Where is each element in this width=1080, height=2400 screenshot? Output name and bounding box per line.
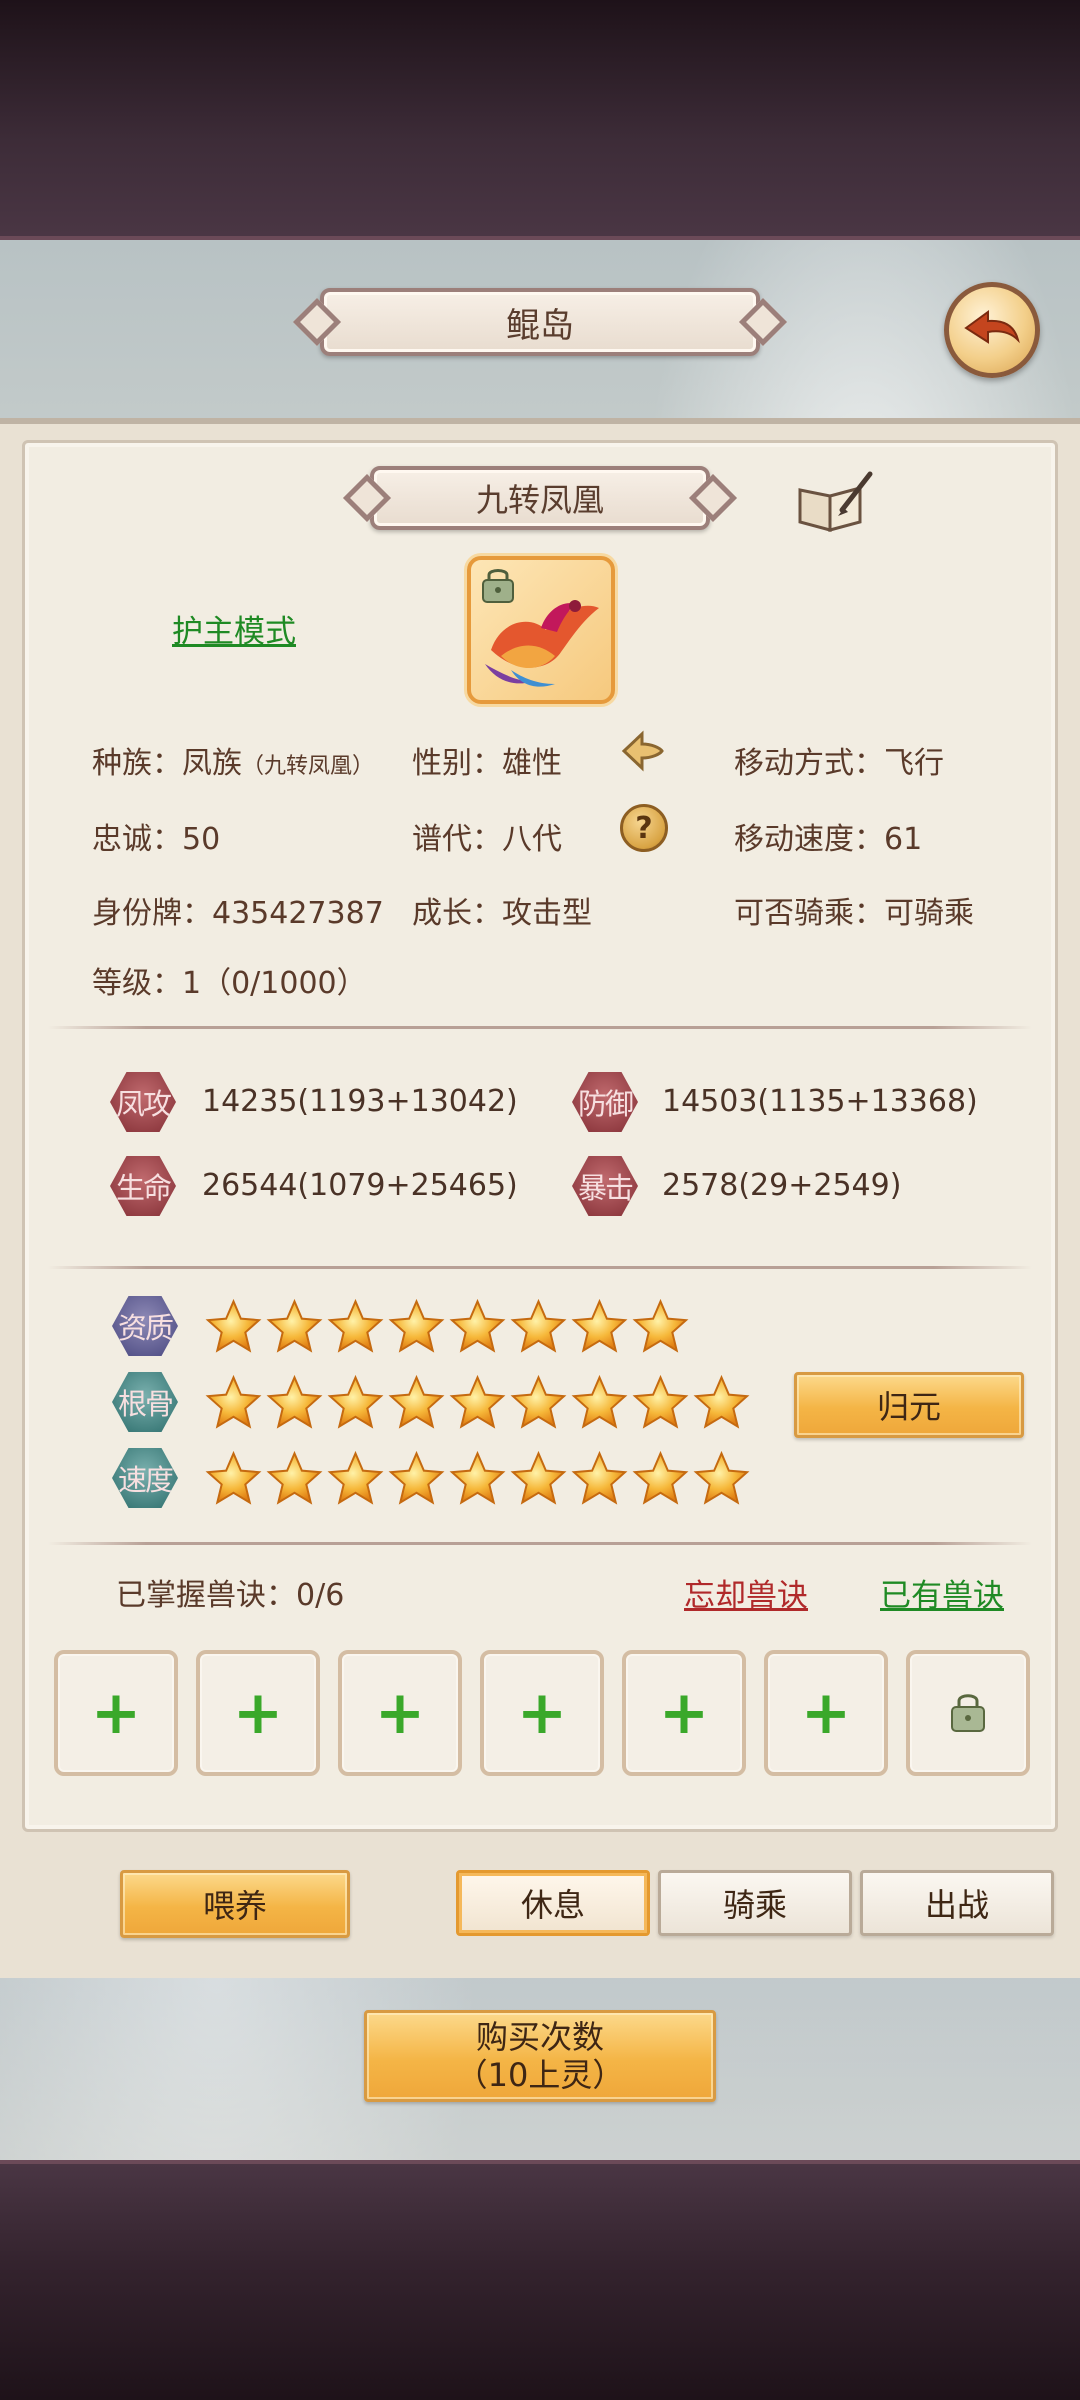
rename-book-icon[interactable]	[794, 470, 874, 534]
star-icon	[631, 1374, 690, 1432]
star-icon	[570, 1298, 629, 1356]
battle-button[interactable]: 出战	[860, 1870, 1054, 1936]
rest-button[interactable]: 休息	[456, 1870, 650, 1936]
pet-name-plaque: 九转凤凰	[322, 460, 758, 536]
star-icon	[509, 1450, 568, 1508]
skill-slot[interactable]: +	[54, 1650, 178, 1776]
forget-skill-link[interactable]: 忘却兽诀	[684, 1570, 808, 1615]
purchase-count-button[interactable]: 购买次数 （10上灵）	[364, 2010, 716, 2102]
bone-stars	[204, 1374, 751, 1432]
help-icon[interactable]: ?	[620, 804, 668, 852]
star-icon	[448, 1374, 507, 1432]
reset-button[interactable]: 归元	[794, 1372, 1024, 1438]
bottom-frame	[0, 2160, 1080, 2400]
purchase-label: 购买次数	[475, 2018, 604, 2056]
header-title-plaque: 鲲岛	[270, 284, 810, 360]
star-icon	[204, 1374, 263, 1432]
divider	[48, 1266, 1032, 1269]
star-icon	[265, 1298, 324, 1356]
star-icon	[509, 1298, 568, 1356]
loyalty-text: 忠诚：50	[92, 822, 221, 857]
back-arrow-icon	[964, 310, 1020, 344]
generation-text: 谱代：八代	[412, 822, 562, 857]
life-value: 26544(1079+25465)	[202, 1168, 518, 1203]
rideable-text: 可否骑乘：可骑乘	[734, 896, 974, 931]
ride-button[interactable]: 骑乘	[658, 1870, 852, 1936]
divider	[48, 1542, 1032, 1545]
skill-slot[interactable]: +	[622, 1650, 746, 1776]
star-icon	[448, 1298, 507, 1356]
top-frame	[0, 0, 1080, 240]
star-icon	[692, 1374, 751, 1432]
race-value: 种族：凤族	[92, 746, 242, 781]
page-title: 鲲岛	[320, 288, 760, 356]
star-icon	[692, 1450, 751, 1508]
gender-arrow-icon[interactable]	[618, 728, 668, 774]
mastered-skills-text: 已掌握兽诀：0/6	[116, 1578, 345, 1613]
star-icon	[631, 1450, 690, 1508]
star-icon	[570, 1450, 629, 1508]
star-icon	[387, 1450, 446, 1508]
skill-slot[interactable]: +	[480, 1650, 604, 1776]
owned-skill-link[interactable]: 已有兽诀	[880, 1570, 1004, 1615]
star-icon	[265, 1450, 324, 1508]
plus-icon: +	[374, 1678, 426, 1748]
feed-button[interactable]: 喂养	[120, 1870, 350, 1938]
quality-stars	[204, 1298, 690, 1356]
star-icon	[448, 1450, 507, 1508]
star-icon	[204, 1298, 263, 1356]
move-speed-text: 移动速度：61	[734, 822, 923, 857]
pet-name: 九转凤凰	[370, 466, 710, 530]
attack-value: 14235(1193+13042)	[202, 1084, 518, 1119]
race-subtype: （九转凤凰）	[242, 754, 375, 779]
skill-slot-locked[interactable]	[906, 1650, 1030, 1776]
skill-slot[interactable]: +	[338, 1650, 462, 1776]
star-icon	[631, 1298, 690, 1356]
growth-text: 成长：攻击型	[412, 896, 592, 931]
plus-icon: +	[232, 1678, 284, 1748]
skill-slot[interactable]: +	[196, 1650, 320, 1776]
plus-icon: +	[90, 1678, 142, 1748]
star-icon	[387, 1298, 446, 1356]
star-icon	[570, 1374, 629, 1432]
back-button[interactable]	[944, 282, 1040, 378]
star-icon	[326, 1298, 385, 1356]
star-icon	[326, 1450, 385, 1508]
skill-slot[interactable]: +	[764, 1650, 888, 1776]
star-icon	[387, 1374, 446, 1432]
lock-icon	[951, 1694, 985, 1732]
speed-stars	[204, 1450, 751, 1508]
guard-mode-link[interactable]: 护主模式	[172, 606, 296, 651]
lock-icon	[482, 569, 514, 603]
star-icon	[509, 1374, 568, 1432]
pet-avatar[interactable]	[467, 556, 615, 704]
defense-value: 14503(1135+13368)	[662, 1084, 978, 1119]
level-text: 等级：1（0/1000）	[92, 966, 367, 1001]
gender-text: 性别：雄性	[412, 746, 562, 781]
star-icon	[326, 1374, 385, 1432]
crit-value: 2578(29+2549)	[662, 1168, 902, 1203]
plus-icon: +	[658, 1678, 710, 1748]
star-icon	[265, 1374, 324, 1432]
purchase-cost: （10上灵）	[455, 2056, 625, 2094]
star-icon	[204, 1450, 263, 1508]
plus-icon: +	[516, 1678, 568, 1748]
id-tag-text: 身份牌：435427387	[92, 896, 384, 931]
divider	[48, 1026, 1032, 1029]
plus-icon: +	[800, 1678, 852, 1748]
race-text: 种族：凤族（九转凤凰）	[92, 738, 374, 782]
move-type-text: 移动方式：飞行	[734, 746, 944, 781]
